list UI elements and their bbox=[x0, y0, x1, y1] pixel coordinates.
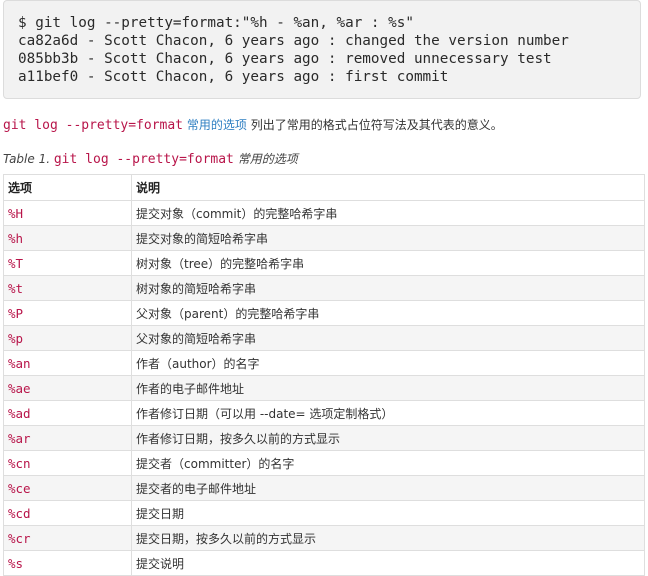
option-cell: %h bbox=[3, 225, 132, 251]
code-line-output: a11bef0 - Scott Chacon, 6 years ago : fi… bbox=[18, 69, 449, 85]
option-cell: %ae bbox=[3, 375, 132, 401]
description-cell: 树对象（tree）的完整哈希字串 bbox=[131, 250, 645, 276]
table-row: %p 父对象的简短哈希字串 bbox=[3, 325, 645, 351]
option-cell: %cr bbox=[3, 525, 132, 551]
table-row: %ae 作者的电子邮件地址 bbox=[3, 375, 645, 401]
table-row: %P 父对象（parent）的完整哈希字串 bbox=[3, 300, 645, 326]
caption-prefix: Table 1. bbox=[3, 152, 51, 166]
table-caption: Table 1. git log --pretty=format 常用的选项 bbox=[3, 150, 298, 169]
option-cell: %p bbox=[3, 325, 132, 351]
description-cell: 父对象的简短哈希字串 bbox=[131, 325, 645, 351]
option-cell: %T bbox=[3, 250, 132, 276]
description-cell: 提交日期，按多久以前的方式显示 bbox=[131, 525, 645, 551]
option-cell: %cn bbox=[3, 450, 132, 476]
caption-code: git log --pretty=format bbox=[53, 152, 234, 167]
table-row: %s 提交说明 bbox=[3, 550, 645, 576]
option-cell: %ce bbox=[3, 475, 132, 501]
description-cell: 提交对象（commit）的完整哈希字串 bbox=[131, 200, 645, 226]
table-link[interactable]: 常用的选项 bbox=[187, 118, 247, 132]
option-cell: %an bbox=[3, 350, 132, 376]
table-row: %cr 提交日期，按多久以前的方式显示 bbox=[3, 525, 645, 551]
table-row: %H 提交对象（commit）的完整哈希字串 bbox=[3, 200, 645, 226]
code-line-command: $ git log --pretty=format:"%h - %an, %ar… bbox=[18, 15, 414, 31]
description-cell: 父对象（parent）的完整哈希字串 bbox=[131, 300, 645, 326]
option-cell: %ad bbox=[3, 400, 132, 426]
description-cell: 提交者（committer）的名字 bbox=[131, 450, 645, 476]
table-row: %cn 提交者（committer）的名字 bbox=[3, 450, 645, 476]
table-row: %an 作者（author）的名字 bbox=[3, 350, 645, 376]
header-description: 说明 bbox=[131, 174, 645, 201]
table-row: %ar 作者修订日期，按多久以前的方式显示 bbox=[3, 425, 645, 451]
table-row: %T 树对象（tree）的完整哈希字串 bbox=[3, 250, 645, 276]
table-row: %ad 作者修订日期（可以用 --date= 选项定制格式） bbox=[3, 400, 645, 426]
option-cell: %H bbox=[3, 200, 132, 226]
description-cell: 作者的电子邮件地址 bbox=[131, 375, 645, 401]
intro-paragraph: git log --pretty=format 常用的选项 列出了常用的格式占位… bbox=[3, 116, 643, 135]
description-cell: 提交日期 bbox=[131, 500, 645, 526]
code-line-output: 085bb3b - Scott Chacon, 6 years ago : re… bbox=[18, 51, 552, 67]
code-line-output: ca82a6d - Scott Chacon, 6 years ago : ch… bbox=[18, 33, 569, 49]
description-cell: 提交对象的简短哈希字串 bbox=[131, 225, 645, 251]
table-header-row: 选项 说明 bbox=[3, 174, 645, 201]
code-block: $ git log --pretty=format:"%h - %an, %ar… bbox=[3, 0, 641, 99]
inline-code: git log --pretty=format bbox=[3, 118, 184, 133]
format-options-table: 选项 说明 %H 提交对象（commit）的完整哈希字串 %h 提交对象的简短哈希字… bbox=[3, 174, 645, 576]
intro-text: 列出了常用的格式占位符写法及其代表的意义。 bbox=[250, 118, 503, 132]
header-option: 选项 bbox=[3, 174, 132, 201]
option-cell: %cd bbox=[3, 500, 132, 526]
caption-suffix: 常用的选项 bbox=[237, 152, 298, 166]
description-cell: 作者（author）的名字 bbox=[131, 350, 645, 376]
option-cell: %ar bbox=[3, 425, 132, 451]
option-cell: %t bbox=[3, 275, 132, 301]
table-row: %h 提交对象的简短哈希字串 bbox=[3, 225, 645, 251]
description-cell: 作者修订日期，按多久以前的方式显示 bbox=[131, 425, 645, 451]
table-row: %t 树对象的简短哈希字串 bbox=[3, 275, 645, 301]
table-row: %ce 提交者的电子邮件地址 bbox=[3, 475, 645, 501]
table-row: %cd 提交日期 bbox=[3, 500, 645, 526]
description-cell: 作者修订日期（可以用 --date= 选项定制格式） bbox=[131, 400, 645, 426]
description-cell: 提交说明 bbox=[131, 550, 645, 576]
description-cell: 树对象的简短哈希字串 bbox=[131, 275, 645, 301]
option-cell: %s bbox=[3, 550, 132, 576]
description-cell: 提交者的电子邮件地址 bbox=[131, 475, 645, 501]
option-cell: %P bbox=[3, 300, 132, 326]
